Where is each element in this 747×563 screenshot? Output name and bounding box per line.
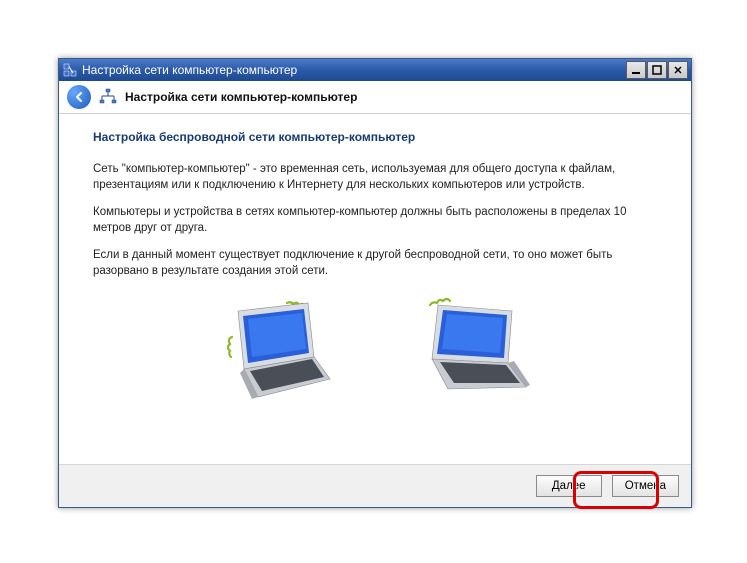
titlebar: Настройка сети компьютер-компьютер xyxy=(59,59,691,81)
laptop-left-icon xyxy=(200,291,340,404)
nav-row: Настройка сети компьютер-компьютер xyxy=(59,81,691,114)
wizard-window: Настройка сети компьютер-компьютер xyxy=(58,58,692,508)
page-title: Настройка сети компьютер-компьютер xyxy=(125,90,357,104)
close-button[interactable] xyxy=(668,61,688,79)
illustration xyxy=(93,291,657,404)
content-area: Настройка беспроводной сети компьютер-ко… xyxy=(59,114,691,464)
footer-bar: Далее Отмена xyxy=(59,464,691,507)
network-icon xyxy=(99,88,117,106)
minimize-button[interactable] xyxy=(626,61,646,79)
window-title: Настройка сети компьютер-компьютер xyxy=(82,63,626,77)
paragraph-3: Если в данный момент существует подключе… xyxy=(93,248,633,279)
maximize-button[interactable] xyxy=(647,61,667,79)
cancel-button[interactable]: Отмена xyxy=(612,475,679,497)
paragraph-2: Компьютеры и устройства в сетях компьюте… xyxy=(93,205,633,236)
app-icon xyxy=(62,62,78,78)
paragraph-1: Сеть "компьютер-компьютер" - это временн… xyxy=(93,162,633,193)
laptop-right-icon xyxy=(410,291,550,404)
back-button[interactable] xyxy=(67,85,91,109)
next-button[interactable]: Далее xyxy=(536,475,602,497)
content-heading: Настройка беспроводной сети компьютер-ко… xyxy=(93,130,657,144)
